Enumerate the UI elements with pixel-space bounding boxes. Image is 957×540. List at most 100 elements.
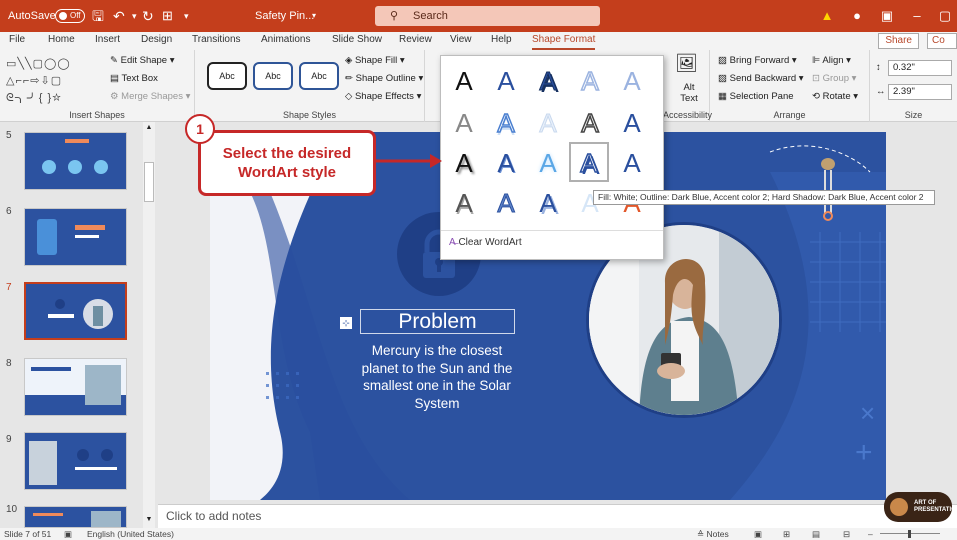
text-box-label: Text Box (121, 73, 158, 84)
account-avatar[interactable]: ● (842, 0, 872, 32)
alt-text-icon[interactable]: 🖼 (675, 54, 698, 72)
layout-options-icon[interactable]: ⊹ (340, 317, 352, 329)
notes-toggle[interactable]: ≙ Notes (697, 528, 729, 540)
shape-fill-button[interactable]: ◈ Shape Fill ▾ (345, 54, 405, 68)
wordart-style-13[interactable]: A (529, 144, 567, 182)
slide-sorter-icon[interactable]: ⊞ (783, 528, 790, 540)
normal-view-icon[interactable]: ▣ (754, 528, 762, 540)
rotate-button[interactable]: ⟲ Rotate ▾ (812, 90, 858, 104)
slide-thumbnail-9[interactable] (24, 432, 127, 490)
height-field[interactable]: 0.32" (888, 60, 952, 76)
align-label: Align (822, 55, 844, 66)
svg-text:+: + (855, 436, 873, 469)
notes-pane[interactable]: Click to add notes (158, 504, 957, 528)
search-input[interactable]: ⚲ Search (375, 6, 600, 26)
shape-style-3[interactable]: Abc (299, 62, 339, 90)
document-title[interactable]: Safety Pin... (255, 0, 314, 32)
scroll-up-icon[interactable]: ▲ (144, 124, 154, 134)
tab-help[interactable]: Help (491, 32, 512, 50)
customize-qat-icon[interactable]: ▾ (184, 0, 189, 32)
slide-thumbnail-8[interactable] (24, 358, 127, 416)
undo-icon[interactable]: ↶ (113, 0, 125, 32)
merge-shapes-button[interactable]: ⚙ Merge Shapes ▾ (110, 90, 190, 104)
slide-body-text[interactable]: Mercury is the closest planet to the Sun… (356, 342, 518, 412)
clear-wordart-label: Clear WordArt (458, 237, 522, 248)
title-dropdown-icon[interactable]: ▾ (312, 0, 316, 32)
present-icon[interactable]: ⊞ (162, 0, 173, 32)
autosave-toggle[interactable]: Off (55, 9, 85, 23)
tab-review[interactable]: Review (399, 32, 432, 50)
warning-icon[interactable]: ▲ (812, 0, 842, 32)
tab-file[interactable]: File (9, 32, 25, 50)
zoom-slider-handle[interactable] (908, 530, 911, 538)
thumb-8-graphic (25, 365, 126, 415)
shape-style-2[interactable]: Abc (253, 62, 293, 90)
bring-forward-button[interactable]: ▨ Bring Forward ▾ (718, 54, 797, 68)
align-button[interactable]: ⊫ Align ▾ (812, 54, 851, 68)
slideshow-view-icon[interactable]: ⊟ (843, 528, 850, 540)
wordart-style-14-selected[interactable]: A (569, 142, 609, 182)
scrollbar-thumb[interactable] (144, 162, 154, 202)
slide-thumbnail-10[interactable] (24, 506, 127, 528)
rotate-label: Rotate (822, 91, 851, 102)
wordart-style-3[interactable]: A (529, 62, 567, 100)
alt-text-button[interactable]: Alt Text (677, 82, 701, 104)
wordart-style-15[interactable]: A (613, 144, 651, 182)
shape-outline-button[interactable]: ✏ Shape Outline ▾ (345, 72, 423, 86)
thumbnail-scrollbar[interactable]: ▲ ▼ (143, 122, 155, 528)
wordart-style-16[interactable]: A (445, 184, 483, 222)
slide-number: 9 (6, 434, 12, 445)
tab-animations[interactable]: Animations (261, 32, 310, 50)
slide-thumbnail-6[interactable] (24, 208, 127, 266)
shape-effects-button[interactable]: ◇ Shape Effects ▾ (345, 90, 421, 104)
minimize-icon[interactable]: – (902, 0, 932, 32)
wordart-style-9[interactable]: A (571, 104, 609, 142)
ribbon-display-icon[interactable]: ▣ (872, 0, 902, 32)
wordart-style-11[interactable]: A (445, 144, 483, 182)
wordart-style-10[interactable]: A (613, 104, 651, 142)
slide-thumbnail-7[interactable] (24, 282, 127, 340)
wordart-style-2[interactable]: A (487, 62, 525, 100)
wordart-style-4[interactable]: A (571, 62, 609, 100)
shapes-gallery[interactable]: ▭╲╲▢◯◯ △⌐⌐⇨⇩▢ ᘓ╮╯{ }☆ (6, 56, 106, 107)
group-button[interactable]: ⊡ Group ▾ (812, 72, 856, 86)
wordart-style-12[interactable]: A (487, 144, 525, 182)
reading-view-icon[interactable]: ▤ (812, 528, 820, 540)
tab-insert[interactable]: Insert (95, 32, 120, 50)
save-icon[interactable]: 🖫 (92, 0, 104, 32)
wordart-style-5[interactable]: A (613, 62, 651, 100)
selection-pane-button[interactable]: ▦ Selection Pane (718, 90, 794, 104)
tab-transitions[interactable]: Transitions (192, 32, 241, 50)
wordart-style-17[interactable]: A (487, 184, 525, 222)
slide-title-textbox[interactable]: Problem (360, 309, 515, 334)
wordart-style-1[interactable]: A (445, 62, 483, 100)
scroll-down-icon[interactable]: ▼ (144, 516, 154, 526)
shape-style-1[interactable]: Abc (207, 62, 247, 90)
wordart-style-18[interactable]: A (529, 184, 567, 222)
text-box-button[interactable]: ▤ Text Box (110, 72, 158, 86)
tab-design[interactable]: Design (141, 32, 172, 50)
tab-view[interactable]: View (450, 32, 472, 50)
zoom-out-icon[interactable]: – (868, 528, 873, 540)
slide-thumbnail-5[interactable] (24, 132, 127, 190)
thumb-9-graphic (29, 441, 117, 485)
maximize-icon[interactable]: ▢ (930, 0, 957, 32)
comments-button[interactable]: Co (927, 33, 957, 49)
clear-wordart-button[interactable]: A̶ Clear WordArt (449, 236, 522, 250)
wordart-style-6[interactable]: A (445, 104, 483, 142)
wordart-style-7[interactable]: A (487, 104, 525, 142)
undo-dropdown-icon[interactable]: ▾ (132, 0, 137, 32)
shape-effects-label: Shape Effects (354, 91, 414, 102)
tab-slide-show[interactable]: Slide Show (332, 32, 382, 50)
tab-home[interactable]: Home (48, 32, 75, 50)
tab-shape-format[interactable]: Shape Format (532, 32, 596, 50)
redo-icon[interactable]: ↻ (142, 0, 154, 32)
send-backward-button[interactable]: ▨ Send Backward ▾ (718, 72, 804, 86)
accessibility-check-icon[interactable]: ▣ (64, 528, 72, 540)
edit-shape-button[interactable]: ✎ Edit Shape ▾ (110, 54, 175, 68)
share-button[interactable]: Share (878, 33, 919, 49)
language-indicator[interactable]: English (United States) (87, 528, 174, 540)
width-field[interactable]: 2.39" (888, 84, 952, 100)
bring-forward-label: Bring Forward (729, 55, 790, 66)
wordart-style-8[interactable]: A (529, 104, 567, 142)
